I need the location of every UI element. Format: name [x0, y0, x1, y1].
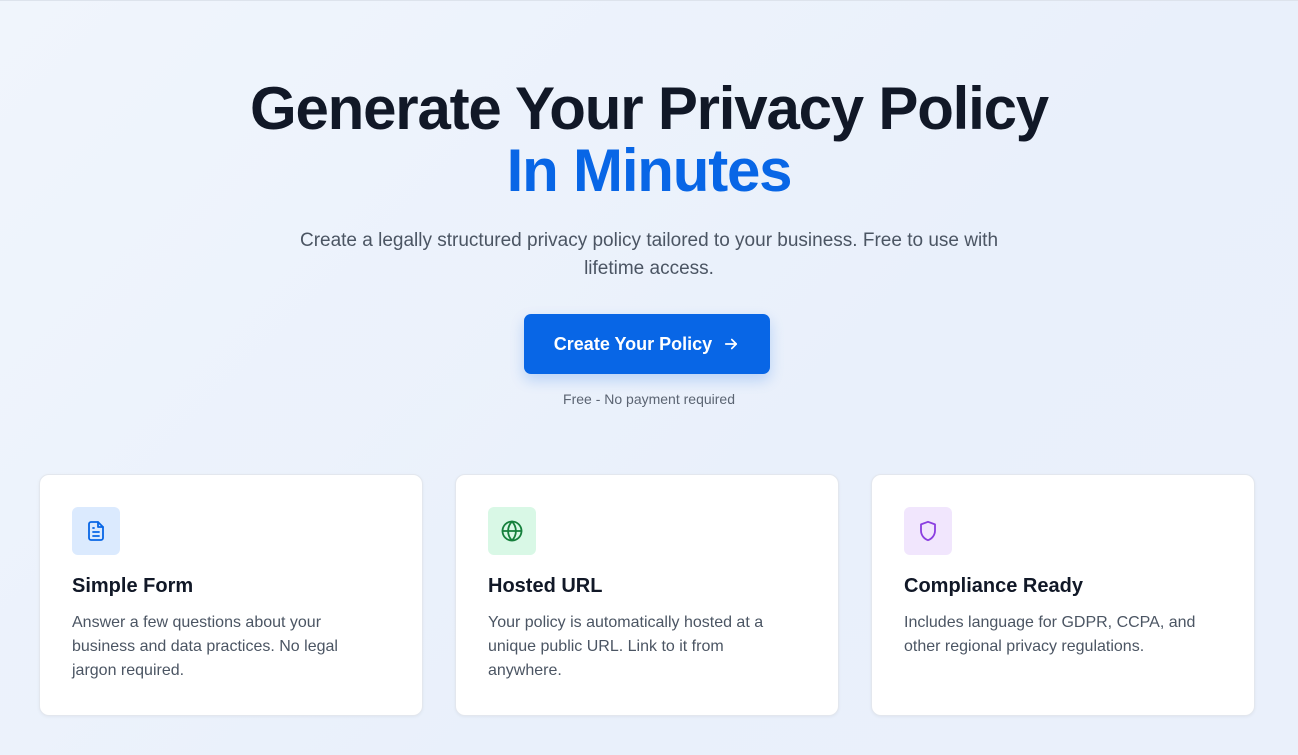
- feature-description: Your policy is automatically hosted at a…: [488, 614, 764, 679]
- headline-line-1: Generate Your Privacy Policy: [250, 75, 1049, 142]
- arrow-right-icon: [725, 338, 738, 350]
- create-policy-button[interactable]: Create Your Policy: [524, 314, 770, 374]
- globe-icon-badge: [488, 507, 536, 555]
- feature-description: Answer a few questions about your busine…: [72, 614, 338, 679]
- shield-icon: [920, 520, 936, 542]
- hero-subtitle: Create a legally structured privacy poli…: [299, 230, 999, 279]
- feature-title: Compliance Ready: [904, 575, 1083, 597]
- feature-card-hosted-url: Hosted URL Your policy is automatically …: [455, 474, 839, 716]
- feature-title: Hosted URL: [488, 575, 603, 597]
- headline-line-2: In Minutes: [506, 137, 793, 204]
- create-policy-label: Create Your Policy: [553, 333, 713, 354]
- feature-card-simple-form: Simple Form Answer a few questions about…: [39, 474, 423, 716]
- document-icon-badge: [72, 507, 120, 555]
- feature-title: Simple Form: [72, 575, 194, 597]
- payment-note: Free - No payment required: [563, 391, 735, 407]
- shield-icon-badge: [904, 507, 952, 555]
- globe-icon: [501, 520, 523, 542]
- page-headline: Generate Your Privacy Policy In Minutes: [0, 79, 1298, 201]
- feature-card-compliance-ready: Compliance Ready Includes language for G…: [871, 474, 1255, 716]
- feature-description: Includes language for GDPR, CCPA, and ot…: [904, 614, 1196, 655]
- document-icon: [88, 521, 104, 541]
